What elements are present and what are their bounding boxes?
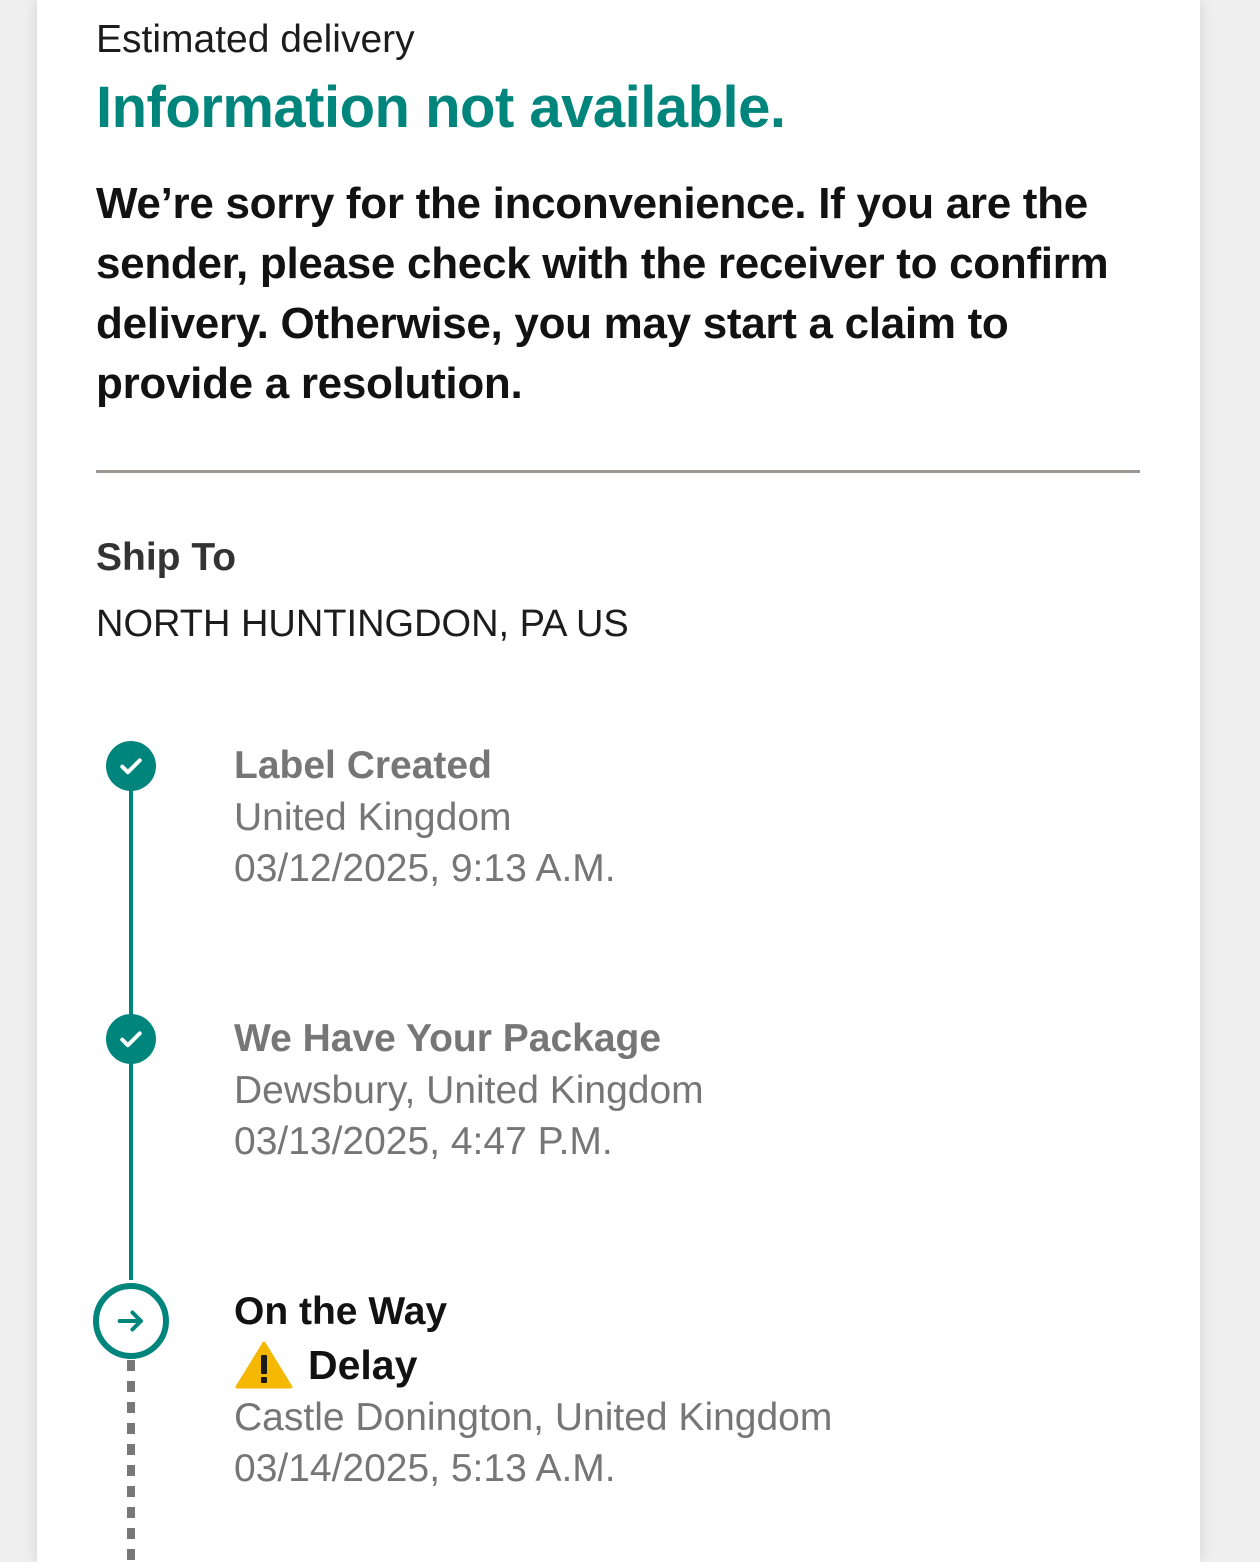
event-datetime: 03/12/2025, 9:13 A.M. [234, 847, 616, 890]
check-icon [106, 1014, 156, 1064]
timeline-event-label-created: Label Created United Kingdom 03/12/2025,… [234, 740, 616, 894]
event-location: United Kingdom [234, 796, 512, 839]
estimated-delivery-label: Estimated delivery [96, 18, 415, 61]
check-icon [106, 741, 156, 791]
event-status: Delay [234, 1338, 832, 1392]
event-datetime: 03/13/2025, 4:47 P.M. [234, 1120, 613, 1163]
event-location: Dewsbury, United Kingdom [234, 1069, 704, 1112]
arrow-right-icon [93, 1283, 169, 1359]
timeline-event-on-the-way: On the Way Delay Castle Donington, Unite… [234, 1286, 832, 1494]
estimated-delivery-value: Information not available. [96, 75, 786, 140]
delivery-message: We’re sorry for the inconvenience. If yo… [96, 179, 1109, 408]
warning-icon [235, 1341, 293, 1389]
event-title: On the Way [234, 1290, 448, 1333]
ship-to-address: NORTH HUNTINGDON, PA US [96, 603, 629, 645]
timeline-pending-line [127, 1360, 135, 1562]
event-datetime: 03/14/2025, 5:13 A.M. [234, 1447, 616, 1490]
event-title: We Have Your Package [234, 1017, 662, 1060]
section-divider [96, 470, 1140, 473]
timeline-event-package-received: We Have Your Package Dewsbury, United Ki… [234, 1013, 704, 1167]
event-title: Label Created [234, 744, 492, 787]
tracking-card: Estimated delivery Information not avail… [37, 0, 1200, 1562]
event-status-label: Delay [308, 1342, 418, 1388]
ship-to-heading: Ship To [96, 536, 237, 579]
event-location: Castle Donington, United Kingdom [234, 1396, 833, 1439]
